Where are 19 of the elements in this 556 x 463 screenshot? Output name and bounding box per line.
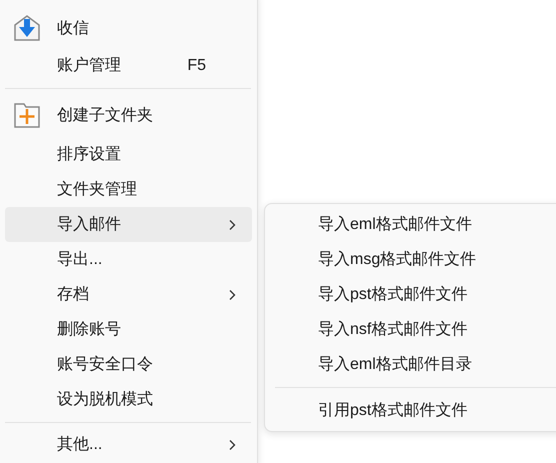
menu-item[interactable]: 创建子文件夹 — [5, 93, 252, 137]
shortcut-label: F5 — [187, 56, 206, 74]
menu-item[interactable]: 设为脱机模式 — [5, 382, 252, 417]
menu-item[interactable]: 导入msg格式邮件文件 — [269, 242, 556, 277]
menu-item[interactable]: 导入eml格式邮件目录 — [269, 347, 556, 382]
menu-item[interactable]: 排序设置 — [5, 137, 252, 172]
menu-item[interactable]: 引用pst格式邮件文件 — [269, 393, 556, 428]
menu-item[interactable]: 导入eml格式邮件文件 — [269, 207, 556, 242]
menu-item[interactable]: 存档 — [5, 277, 252, 312]
menu-item[interactable]: 导入邮件 — [5, 207, 252, 242]
menu-item[interactable]: 文件夹管理 — [5, 172, 252, 207]
menu-item[interactable]: 删除账号 — [5, 312, 252, 347]
menu-item[interactable]: 账号安全口令 — [5, 347, 252, 382]
menu-item[interactable]: 其他... — [5, 427, 252, 462]
menu-item[interactable]: 导出... — [5, 242, 252, 277]
menu-item[interactable]: 导入pst格式邮件文件 — [269, 277, 556, 312]
menu-item[interactable]: 账户管理 F5 — [5, 48, 252, 83]
menu-item[interactable]: 导入nsf格式邮件文件 — [269, 312, 556, 347]
menu-item[interactable]: 收信 — [5, 8, 252, 48]
